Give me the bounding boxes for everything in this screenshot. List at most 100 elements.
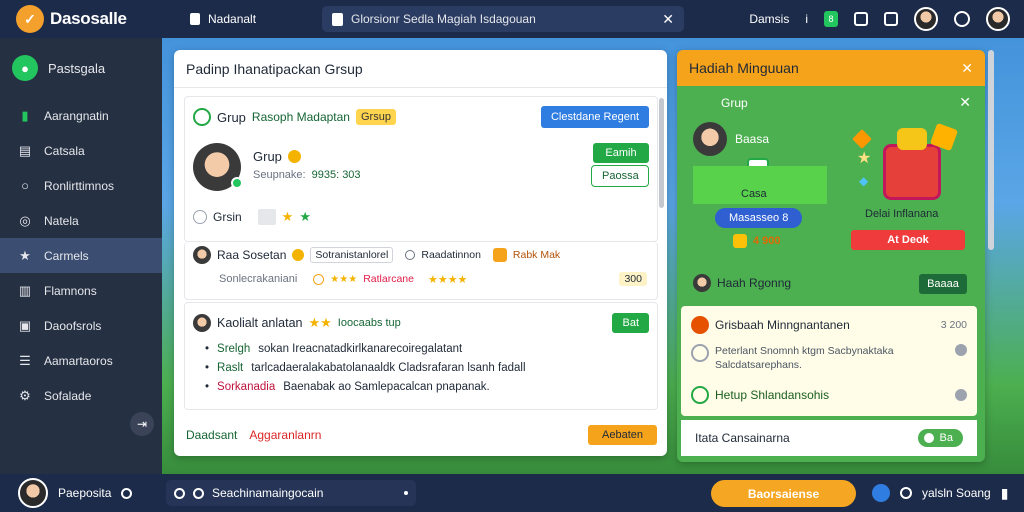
reward-row: Haah Rgonng: [693, 274, 791, 292]
top-right-label[interactable]: Damsis: [749, 12, 789, 26]
reward-user-avatar[interactable]: [693, 122, 727, 156]
logo-icon: ✓: [16, 5, 44, 33]
search-icon[interactable]: [121, 487, 133, 499]
main-card-title: Padinp Ihanatipackan Grsup: [174, 50, 667, 88]
primary-profile-button[interactable]: Eamih: [593, 143, 649, 163]
secondary-profile-button[interactable]: Paossa: [591, 165, 649, 187]
sidebar-header-label: Pastsgala: [48, 60, 106, 76]
more-icon[interactable]: [404, 491, 408, 495]
group-label: Grup: [217, 109, 246, 125]
close-icon[interactable]: ✕: [961, 60, 973, 77]
sidebar-item-1[interactable]: ▤ Catsala: [0, 133, 162, 168]
sidebar-item-5[interactable]: ▥ Flamnons: [0, 273, 162, 308]
footer-action-button[interactable]: Aebaten: [588, 425, 657, 445]
sidebar-item-label: Aamartaoros: [44, 353, 113, 368]
post-avatar[interactable]: [193, 314, 211, 332]
sidebar-item-4[interactable]: ★ Carmels: [0, 238, 162, 273]
bottom-right[interactable]: yalsln Soang ▮: [872, 474, 1008, 512]
search-icon: [174, 487, 185, 499]
main-card-scrollbar[interactable]: [659, 98, 664, 208]
footer-green-text[interactable]: Daadsant: [186, 428, 237, 442]
reward-item-title: Hetup Shlandansohis: [715, 388, 830, 402]
toggle-switch[interactable]: Ba: [917, 429, 963, 447]
reward-section-label: Grup: [721, 96, 748, 110]
nav-dashboard-link[interactable]: Nadanalt: [190, 12, 310, 26]
row-button[interactable]: Baaaa: [919, 274, 967, 294]
bottom-user-avatar: [18, 478, 48, 508]
post-button[interactable]: Bat: [612, 313, 649, 333]
close-section-icon[interactable]: ✕: [959, 94, 971, 111]
profile-avatar[interactable]: [193, 143, 243, 191]
friend-avatar[interactable]: [914, 7, 938, 31]
bottom-search-text: Seachinamaingocain: [212, 486, 324, 500]
post-author: Kaolialt anlatan: [217, 316, 303, 330]
app-logo[interactable]: ✓ Dasosalle: [16, 5, 166, 33]
user-avatar[interactable]: [986, 7, 1010, 31]
sidebar-item-7[interactable]: ☰ Aamartaoros: [0, 343, 162, 378]
top-search-text: Glorsionr Sedla Magiah Isdagouan: [351, 12, 536, 26]
reward-user-name: Baasa: [735, 132, 770, 146]
list-item[interactable]: Hetup Shlandansohis: [691, 386, 967, 404]
sidebar-item-6[interactable]: ▣ Daoofsrols: [0, 308, 162, 343]
list-item: Raslt tarlcadaeralakabatolanaaldk Cladsra…: [205, 358, 525, 377]
row-avatar[interactable]: [693, 274, 711, 292]
list-icon: ▣: [18, 317, 32, 333]
list-item[interactable]: Peterlant Snomnh ktgm Sacbynaktaka Salcd…: [691, 344, 967, 372]
weekly-reward-card: Hadiah Minguuan ✕ Grup ✕ Baasa Casa Masa…: [677, 50, 985, 462]
reward-blue-pill[interactable]: Masasseo 8: [715, 208, 803, 228]
star-icon: ★: [19, 247, 31, 263]
right-card-scrollbar[interactable]: [988, 50, 994, 250]
star-icon: ★: [281, 209, 294, 224]
more-icon[interactable]: ▮: [1001, 485, 1009, 502]
coin-icon: [733, 234, 747, 248]
bookmark-icon[interactable]: [854, 12, 868, 26]
document-icon: [332, 12, 343, 26]
notification-badge[interactable]: 8: [824, 11, 838, 27]
top-search-bar[interactable]: Glorsionr Sedla Magiah Isdagouan ✕: [322, 6, 684, 32]
star-icon: ★★★: [330, 273, 358, 285]
collapse-sidebar-button[interactable]: ⇥: [130, 412, 154, 436]
claim-button[interactable]: At Deok: [851, 230, 965, 250]
list-item: Sorkanadia Baenabak ao Samlepacalcan pnap…: [205, 377, 526, 396]
star-icon: ★★: [308, 315, 332, 330]
info-icon[interactable]: [955, 389, 967, 401]
settings-icon[interactable]: [954, 11, 970, 27]
bullet-lead: Srelgh: [217, 342, 251, 355]
bottom-cta-button[interactable]: Baorsaiense: [711, 480, 856, 507]
search-user-icon: ◎: [19, 212, 31, 228]
group-action-button[interactable]: Clestdane Regent: [540, 106, 649, 128]
gold-badge-icon: [292, 249, 305, 261]
info-icon[interactable]: [955, 344, 967, 356]
footer-red-text[interactable]: Aggaranlanrn: [249, 428, 321, 442]
toggle-value: Ba: [939, 432, 953, 444]
post-panel: Kaolialt anlatan ★★ Ioocaabs tup Bat Sre…: [184, 302, 658, 410]
info-icon[interactable]: i: [805, 12, 808, 26]
member-tag-3: Rabk Mak: [512, 249, 561, 261]
bottom-user[interactable]: Paeposita: [18, 478, 166, 508]
menu-icon: ☰: [19, 352, 31, 368]
reward-progress-label: Casa: [741, 188, 767, 200]
group-chip: Grsup: [355, 109, 396, 125]
search-icon: ○: [21, 178, 29, 193]
clear-search-icon[interactable]: ✕: [662, 11, 674, 28]
bottom-search-input[interactable]: Seachinamaingocain: [166, 480, 416, 506]
sidebar-item-0[interactable]: ▮ Aarangnatin: [0, 98, 162, 133]
rating-label: Grsin: [213, 210, 242, 224]
list-item[interactable]: Grisbaah Minngnantanen 3 200: [691, 316, 967, 334]
reward-card-header: Hadiah Minguuan ✕: [677, 50, 985, 86]
sidebar-item-2[interactable]: ○ Ronlirttimnos: [0, 168, 162, 203]
sidebar-item-8[interactable]: ⚙ Sofalade: [0, 378, 162, 413]
member-avatar[interactable]: [193, 246, 211, 264]
reward-card-title: Hadiah Minguuan: [689, 60, 799, 76]
reward-item-value: 3 200: [940, 319, 967, 331]
row-name: Haah Rgonng: [717, 276, 792, 290]
sidebar-item-3[interactable]: ◎ Natela: [0, 203, 162, 238]
tag-icon[interactable]: [257, 209, 276, 225]
sidebar-item-label: Flamnons: [44, 283, 97, 298]
play-icon: [691, 386, 709, 404]
card-footer: Daadsant Aggaranlanrn: [186, 428, 321, 442]
gift-box-icon: [883, 144, 941, 200]
calendar-icon[interactable]: [884, 12, 898, 26]
pin-icon: [405, 250, 416, 260]
sidebar-header[interactable]: ● Pastsgala: [0, 38, 162, 98]
